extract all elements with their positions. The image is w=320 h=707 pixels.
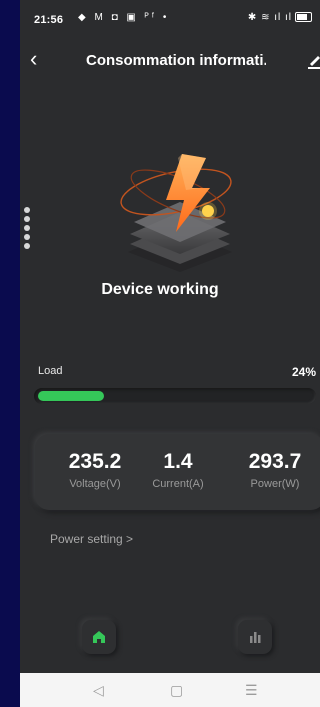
bar-chart-icon — [250, 632, 261, 643]
load-label: Load — [38, 365, 63, 377]
current-label: Current(A) — [152, 478, 204, 490]
power-metric: 293.7 Power(W) — [225, 450, 320, 490]
device-illustration — [120, 154, 232, 272]
load-progress-fill — [38, 391, 104, 401]
device-status: Device working — [101, 281, 219, 298]
system-home-button[interactable]: ▢ — [170, 682, 183, 699]
power-setting-link[interactable]: Power setting > — [50, 532, 133, 546]
stats-tab-button[interactable] — [238, 620, 272, 654]
load-progress-bar — [34, 388, 316, 404]
notification-icons: ◆ M ◘ ▣ ᴾᶠ • — [78, 12, 170, 23]
home-tab-button[interactable] — [82, 620, 116, 654]
side-handle-icon[interactable] — [24, 207, 31, 252]
status-bar: 21:56 ◆ M ◘ ▣ ᴾᶠ • ✱ ≋ ıl ıl — [20, 0, 320, 38]
system-menu-button[interactable]: ☰ — [245, 682, 258, 699]
load-value: 24% — [291, 365, 316, 379]
back-button[interactable]: ‹ — [30, 48, 37, 70]
power-label: Power(W) — [250, 478, 300, 490]
system-back-button[interactable]: ◁ — [93, 682, 104, 699]
signal-wifi-icon: ✱ ≋ ıl ıl — [247, 12, 292, 23]
app-screen: 21:56 ◆ M ◘ ▣ ᴾᶠ • ✱ ≋ ıl ıl ‹ Consommat… — [20, 0, 320, 707]
voltage-metric: 235.2 Voltage(V) — [45, 450, 145, 490]
metrics-card: 235.2 Voltage(V) 1.4 Current(A) 293.7 Po… — [35, 434, 320, 510]
status-time: 21:56 — [34, 14, 64, 26]
current-value: 1.4 — [163, 450, 193, 473]
system-navigation-bar: ◁ ▢ ☰ — [20, 673, 320, 707]
system-status-icons: ✱ ≋ ıl ıl — [248, 12, 312, 23]
current-metric: 1.4 Current(A) — [138, 450, 218, 490]
voltage-label: Voltage(V) — [69, 478, 121, 490]
voltage-value: 235.2 — [68, 450, 122, 473]
home-icon — [93, 631, 105, 643]
page-header: ‹ Consommation informati... — [20, 44, 320, 78]
power-value: 293.7 — [248, 450, 302, 473]
edit-icon[interactable] — [308, 50, 320, 70]
battery-icon — [295, 12, 312, 23]
page-title: Consommation informati... — [86, 52, 266, 69]
